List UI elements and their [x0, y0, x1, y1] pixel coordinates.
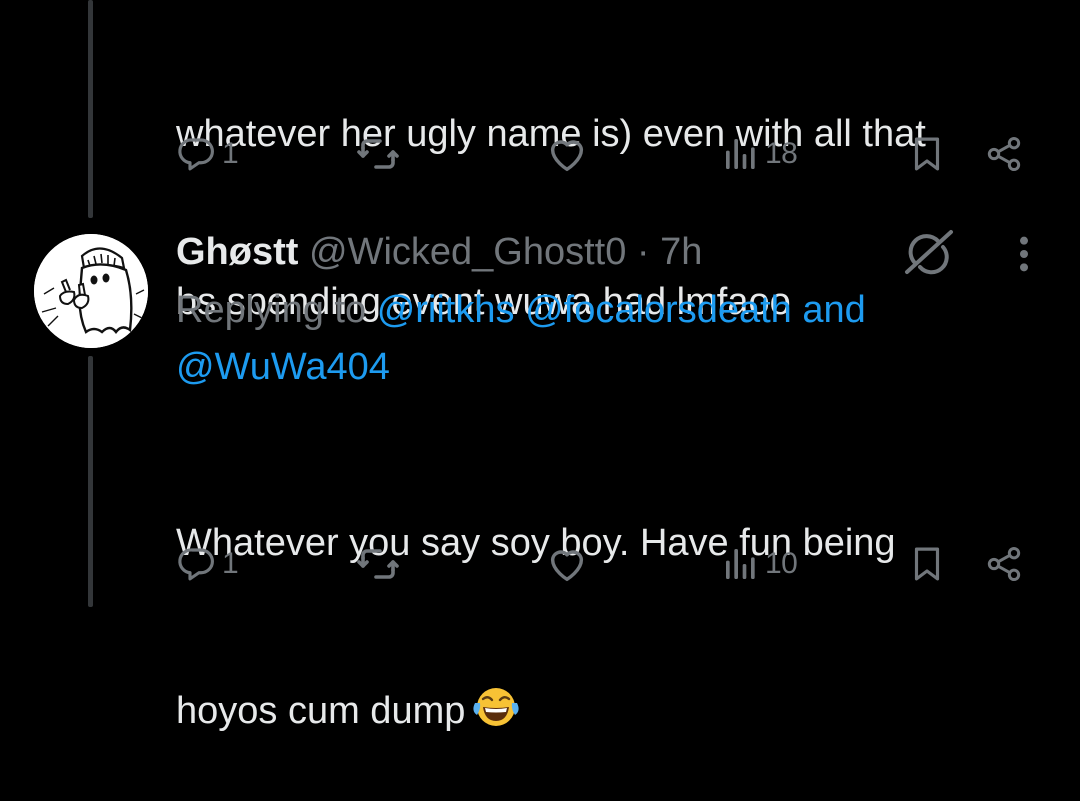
reply-tweet-action-bar: 1 10: [176, 540, 1036, 588]
replying-to-line: Replying to @riitkhs @focalorsdeath and: [176, 282, 866, 339]
timestamp[interactable]: 7h: [660, 231, 702, 273]
previous-tweet-action-bar: 1 18: [176, 130, 1036, 178]
views-button[interactable]: 18: [721, 130, 798, 178]
reply-tweet-text-part: hoyos cum dump: [176, 690, 466, 732]
thread-line-top: [88, 0, 93, 218]
ghost-avatar-icon: [34, 234, 148, 348]
separator-dot: ·: [636, 231, 650, 273]
reply-icon: [178, 138, 214, 171]
avatar[interactable]: [34, 234, 148, 348]
like-button[interactable]: [544, 540, 594, 588]
replying-to-prefix: Replying to: [176, 289, 367, 331]
bookmark-button[interactable]: [906, 540, 948, 588]
bookmark-icon: [914, 547, 940, 581]
mention-link[interactable]: @focalorsdeath: [525, 289, 792, 331]
retweet-button[interactable]: [354, 540, 406, 588]
mention-link[interactable]: @WuWa404: [176, 346, 390, 388]
reply-count: 1: [222, 547, 239, 580]
views-icon: [726, 549, 755, 579]
share-icon: [987, 547, 1021, 581]
views-icon: [726, 139, 755, 169]
mention-conjunction[interactable]: and: [802, 289, 865, 331]
reply-icon: [178, 548, 214, 581]
more-icon: [1020, 236, 1028, 272]
retweet-button[interactable]: [354, 130, 406, 178]
more-button[interactable]: [1008, 234, 1040, 279]
reply-button[interactable]: 1: [176, 540, 239, 588]
views-button[interactable]: 10: [721, 540, 798, 588]
reply-tweet-text: Whatever you say soy boy. Have fun being…: [176, 403, 896, 801]
like-icon: [550, 550, 584, 582]
reply-tweet-text-line: hoyos cum dump: [176, 683, 896, 745]
views-count: 18: [765, 137, 798, 170]
retweet-icon: [357, 549, 399, 579]
share-button[interactable]: [984, 540, 1024, 588]
tweet-header: Ghøstt @Wicked_Ghostt0 · 7h: [176, 224, 702, 280]
share-icon: [987, 137, 1021, 171]
reply-count: 1: [222, 137, 239, 170]
replying-to: Replying to @riitkhs @focalorsdeath and …: [176, 282, 866, 396]
user-handle[interactable]: @Wicked_Ghostt0: [309, 231, 626, 273]
bookmark-button[interactable]: [906, 130, 948, 178]
retweet-icon: [357, 139, 399, 169]
share-button[interactable]: [984, 130, 1024, 178]
like-button[interactable]: [544, 130, 594, 178]
display-name[interactable]: Ghøstt: [176, 231, 298, 273]
bookmark-icon: [914, 137, 940, 171]
views-count: 10: [765, 547, 798, 580]
thread-line-bottom: [88, 356, 93, 607]
grok-icon: [905, 230, 953, 275]
replying-to-line: @WuWa404: [176, 339, 866, 396]
reply-button[interactable]: 1: [176, 130, 239, 178]
like-icon: [550, 140, 584, 172]
laughing-emoji-icon: [471, 685, 521, 745]
grok-button[interactable]: [903, 228, 955, 281]
mention-link[interactable]: @riitkhs: [377, 289, 515, 331]
